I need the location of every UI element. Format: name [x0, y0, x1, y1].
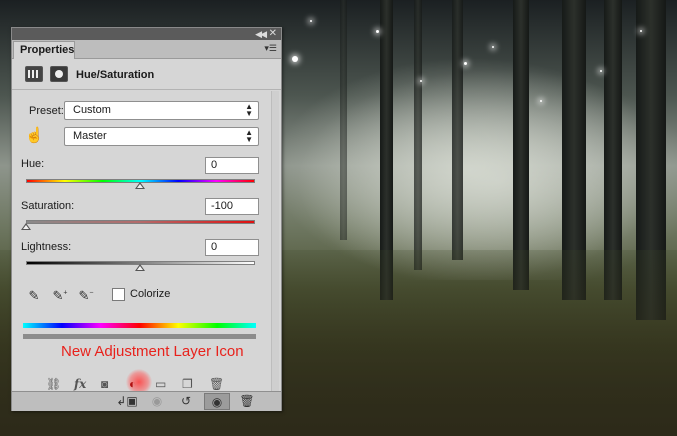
add-mask-icon[interactable]: ◙: [101, 377, 108, 391]
sparkle: [292, 56, 298, 62]
folder-icon[interactable]: ▭: [155, 377, 166, 391]
preset-select[interactable]: Custom ▲ ▼: [64, 101, 259, 120]
collapse-panel-icon[interactable]: ◀◀: [255, 29, 267, 40]
select-arrows-icon: ▲ ▼: [245, 128, 253, 144]
lightness-label: Lightness:: [21, 241, 72, 253]
tree-trunk: [452, 0, 463, 260]
new-layer-icon[interactable]: ❐: [182, 377, 193, 391]
tab-properties[interactable]: Properties: [13, 41, 75, 59]
panel-title-bar[interactable]: ◀◀ ✕: [12, 28, 281, 40]
panel-scrollbar[interactable]: [271, 91, 279, 391]
sparkle: [420, 80, 422, 82]
saturation-label: Saturation:: [21, 200, 75, 212]
panel-tab-bar: Properties ▾☰: [12, 40, 281, 59]
close-icon[interactable]: ✕: [269, 28, 277, 39]
link-icon[interactable]: ⛓: [46, 377, 61, 391]
hue-label: Hue:: [21, 158, 45, 170]
saturation-slider-track[interactable]: [26, 220, 255, 224]
clip-to-layer-icon[interactable]: ↲▣: [116, 393, 138, 410]
eyedropper-plus-icon[interactable]: ✎+: [52, 288, 68, 304]
layer-mask-icon[interactable]: [50, 66, 68, 82]
fx-icon[interactable]: fx: [74, 377, 86, 391]
sparkle: [492, 46, 494, 48]
properties-bottom-bar: ↲▣ ◉ ↺ ◉ 🗑: [12, 391, 281, 411]
sparkle: [600, 70, 602, 72]
new-adjustment-layer-icon[interactable]: ◐: [129, 377, 136, 391]
saturation-slider-thumb[interactable]: [21, 223, 31, 230]
hue-input[interactable]: 0: [205, 157, 259, 174]
preset-label: Preset:: [29, 105, 64, 117]
channel-select[interactable]: Master ▲ ▼: [64, 127, 259, 146]
reset-icon[interactable]: ↺: [175, 393, 197, 410]
trash-icon[interactable]: 🗑: [236, 393, 258, 410]
targeted-adjustment-hand-icon[interactable]: ☝: [25, 126, 44, 144]
lightness-input[interactable]: 0: [205, 239, 259, 256]
sparkle: [376, 30, 379, 33]
view-previous-icon[interactable]: ◉: [146, 393, 168, 410]
tree-trunk: [340, 0, 347, 240]
eyedropper-icon[interactable]: ✎: [26, 288, 42, 304]
hue-slider-thumb[interactable]: [135, 182, 145, 189]
tree-trunk: [513, 0, 529, 290]
tree-trunk: [414, 0, 422, 270]
sparkle: [640, 30, 642, 32]
sparkle: [464, 62, 467, 65]
lightness-slider-thumb[interactable]: [135, 264, 145, 271]
colorize-checkbox[interactable]: [112, 288, 125, 301]
adjustment-title: Hue/Saturation: [76, 69, 155, 81]
annotation-text: New Adjustment Layer Icon: [61, 343, 244, 360]
colorize-label: Colorize: [130, 288, 171, 300]
sparkle: [310, 20, 312, 22]
layers-icon-row: ⛓ fx ◙ ◐ ▭ ❐ 🗑: [12, 369, 281, 395]
sparkle: [540, 100, 542, 102]
eyedropper-minus-icon[interactable]: ✎−: [78, 288, 94, 304]
hue-saturation-adjustment-icon[interactable]: [25, 66, 43, 82]
select-arrows-icon: ▲ ▼: [245, 102, 253, 118]
output-spectrum-bar: [23, 334, 256, 339]
adjustment-header: Hue/Saturation: [12, 60, 281, 90]
eye-icon[interactable]: ◉: [204, 393, 230, 410]
panel-menu-icon[interactable]: ▾☰: [264, 43, 277, 54]
input-spectrum-bar: [23, 323, 256, 328]
channel-value: Master: [73, 130, 107, 142]
trash-icon[interactable]: 🗑: [209, 377, 224, 391]
saturation-input[interactable]: -100: [205, 198, 259, 215]
preset-value: Custom: [73, 104, 111, 116]
